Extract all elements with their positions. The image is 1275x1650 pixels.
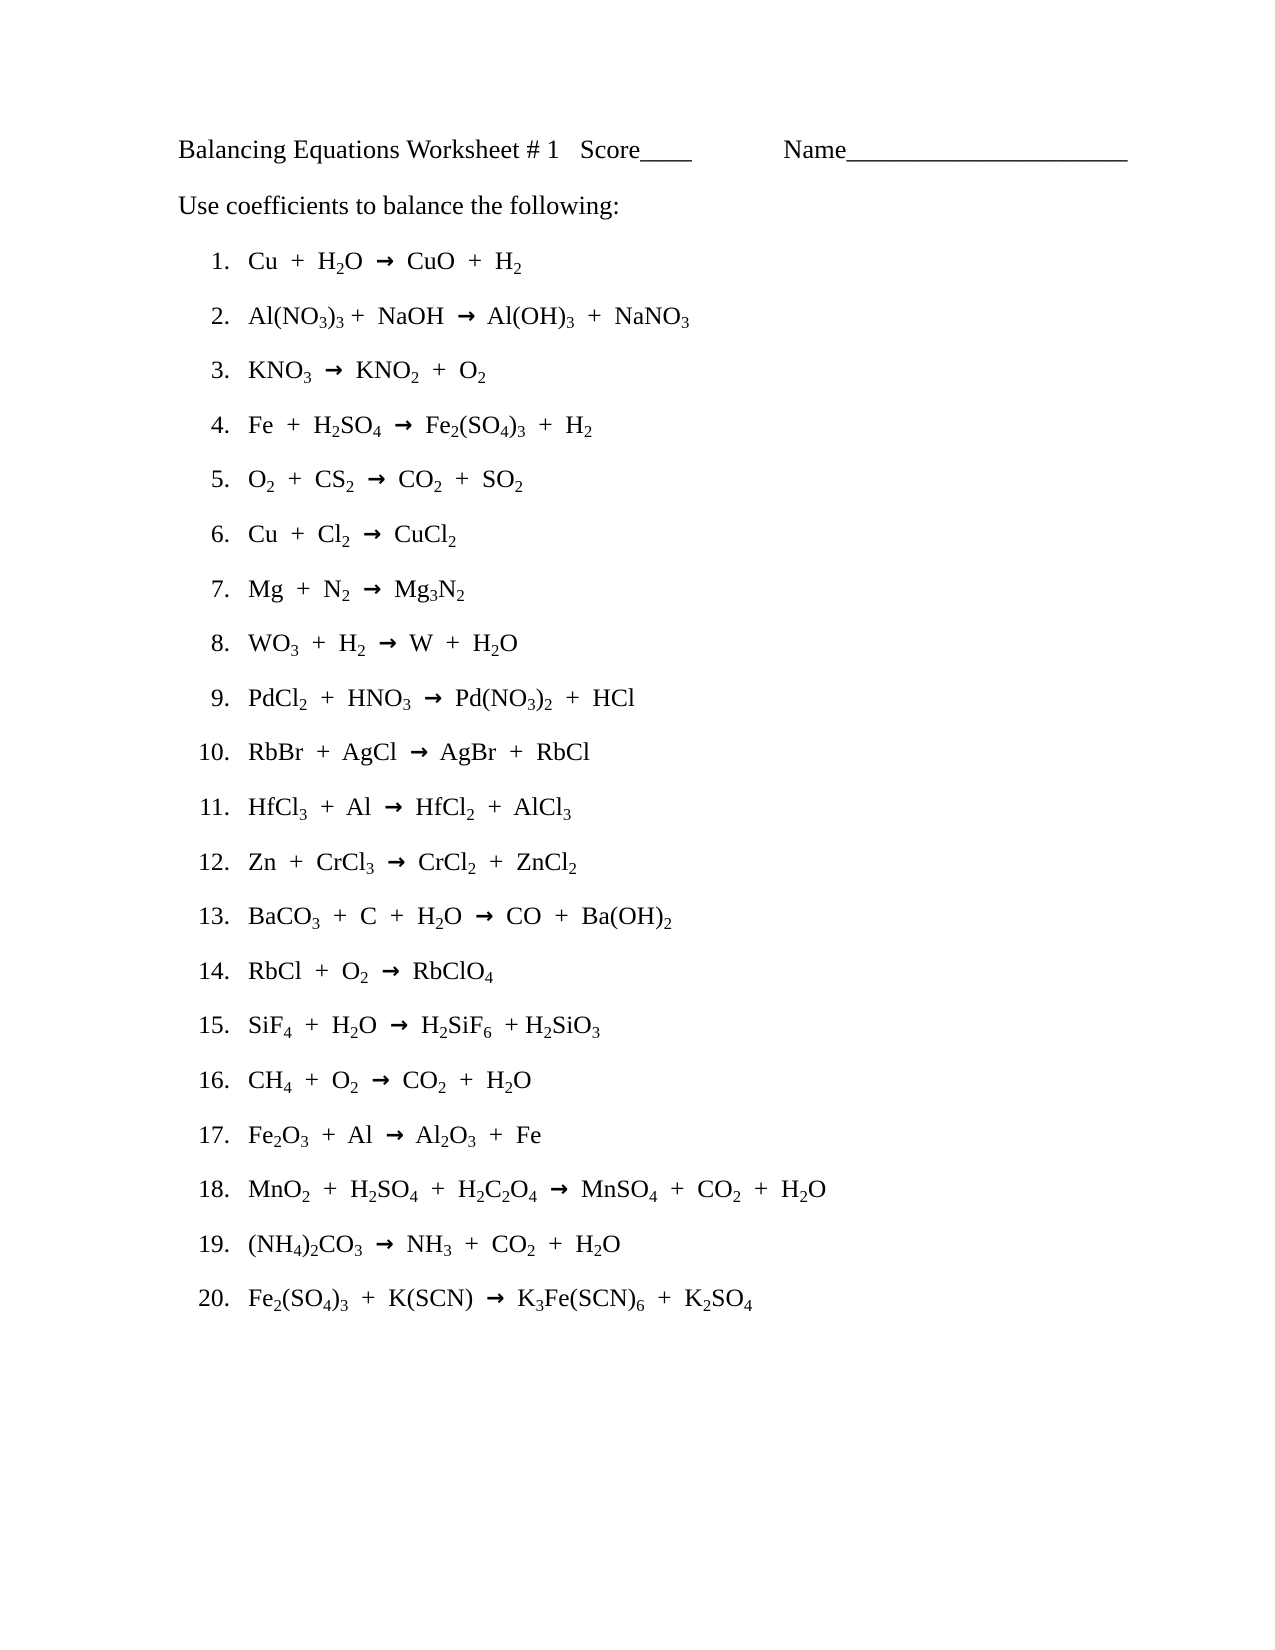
- reaction-arrow-icon: →: [423, 685, 443, 711]
- worksheet-page: Balancing Equations Worksheet # 1 Score …: [0, 0, 1275, 1650]
- equation-number: 16.: [198, 1064, 230, 1094]
- equation-number: 11.: [199, 791, 230, 821]
- reaction-arrow-icon: →: [457, 303, 476, 329]
- reaction-arrow-icon: →: [324, 358, 343, 384]
- equation-number: 12.: [198, 846, 230, 876]
- equation-number: 18.: [198, 1174, 230, 1204]
- worksheet-content: Balancing Equations Worksheet # 1 Score …: [178, 132, 1178, 1338]
- score-blank-field[interactable]: ____: [640, 132, 692, 166]
- equation-number: 14.: [198, 955, 230, 985]
- equation-row: 1. Cu + H2O → CuO + H2: [178, 246, 1178, 301]
- equation-number: 8.: [210, 628, 230, 658]
- equation-formula[interactable]: Al(NO3)3 + NaOH → Al(OH)3 + NaNO3: [248, 301, 689, 333]
- equation-row: 11. HfCl3 + Al → HfCl2 + AlCl3: [178, 792, 1178, 847]
- reaction-arrow-icon: →: [362, 576, 382, 602]
- equation-row: 3. KNO3 → KNO2 + O2: [178, 355, 1178, 410]
- equation-row: 19. (NH4)2CO3 → NH3 + CO2 + H2O: [178, 1229, 1178, 1284]
- equation-formula[interactable]: SiF4 + H2O → H2SiF6 + H2SiO3: [248, 1010, 600, 1042]
- equation-formula[interactable]: Zn + CrCl3 → CrCl2 + ZnCl2: [248, 847, 577, 879]
- score-label: Score: [579, 134, 641, 164]
- equation-formula[interactable]: WO3 + H2 → W + H2O: [248, 628, 518, 660]
- equation-row: 2. Al(NO3)3 + NaOH → Al(OH)3 + NaNO3: [178, 301, 1178, 356]
- equation-row: 14. RbCl + O2 → RbClO4: [178, 956, 1178, 1011]
- equation-number: 2.: [210, 300, 230, 330]
- worksheet-header: Balancing Equations Worksheet # 1 Score …: [178, 132, 1178, 166]
- reaction-arrow-icon: →: [371, 1067, 390, 1093]
- equation-formula[interactable]: BaCO3 + C + H2O → CO + Ba(OH)2: [248, 901, 672, 933]
- name-blank-field[interactable]: ______________________: [847, 132, 1128, 166]
- equation-formula[interactable]: Fe + H2SO4 → Fe2(SO4)3 + H2: [248, 410, 592, 442]
- equation-row: 5. O2 + CS2 → CO2 + SO2: [178, 464, 1178, 519]
- equation-formula[interactable]: O2 + CS2 → CO2 + SO2: [248, 464, 523, 496]
- equation-number: 4.: [210, 409, 230, 439]
- equation-row: 13. BaCO3 + C + H2O → CO + Ba(OH)2: [178, 901, 1178, 956]
- equation-row: 20. Fe2(SO4)3 + K(SCN) → K3Fe(SCN)6 + K2S…: [178, 1283, 1178, 1338]
- equation-number: 10.: [198, 737, 230, 767]
- equation-formula[interactable]: Fe2(SO4)3 + K(SCN) → K3Fe(SCN)6 + K2SO4: [248, 1283, 752, 1315]
- equation-row: 16. CH4 + O2 → CO2 + H2O: [178, 1065, 1178, 1120]
- equation-row: 7. Mg + N2 → Mg3N2: [178, 574, 1178, 629]
- equation-number: 20.: [198, 1283, 230, 1313]
- page-title: Balancing Equations Worksheet # 1: [178, 134, 560, 164]
- equation-formula[interactable]: RbBr + AgCl → AgBr + RbCl: [248, 737, 590, 769]
- reaction-arrow-icon: →: [486, 1286, 505, 1312]
- equation-row: 8. WO3 + H2 → W + H2O: [178, 628, 1178, 683]
- equation-formula[interactable]: Fe2O3 + Al → Al2O3 + Fe: [248, 1120, 541, 1152]
- reaction-arrow-icon: →: [409, 740, 429, 766]
- equation-number: 5.: [210, 464, 230, 494]
- equation-row: 18. MnO2 + H2SO4 + H2C2O4 → MnSO4 + CO2 +…: [178, 1174, 1178, 1229]
- reaction-arrow-icon: →: [385, 1122, 404, 1148]
- equation-formula[interactable]: KNO3 → KNO2 + O2: [248, 355, 486, 387]
- reaction-arrow-icon: →: [375, 249, 395, 274]
- equation-formula[interactable]: CH4 + O2 → CO2 + H2O: [248, 1065, 532, 1097]
- equation-formula[interactable]: Cu + Cl2 → CuCl2: [248, 519, 456, 551]
- equation-formula[interactable]: Cu + H2O → CuO + H2: [248, 246, 522, 278]
- equation-formula[interactable]: Mg + N2 → Mg3N2: [248, 574, 465, 606]
- equation-number: 6.: [210, 518, 230, 548]
- equation-number: 15.: [198, 1010, 230, 1040]
- reaction-arrow-icon: →: [386, 849, 406, 875]
- equation-number: 7.: [210, 573, 230, 603]
- equation-number: 19.: [198, 1228, 230, 1258]
- reaction-arrow-icon: →: [474, 904, 494, 930]
- equation-number: 9.: [210, 682, 230, 712]
- equation-formula[interactable]: HfCl3 + Al → HfCl2 + AlCl3: [248, 792, 571, 824]
- reaction-arrow-icon: →: [378, 631, 397, 657]
- equation-row: 17. Fe2O3 + Al → Al2O3 + Fe: [178, 1120, 1178, 1175]
- equation-formula[interactable]: MnO2 + H2SO4 + H2C2O4 → MnSO4 + CO2 + H2…: [248, 1174, 826, 1206]
- reaction-arrow-icon: →: [381, 958, 400, 984]
- equation-list: 1. Cu + H2O → CuO + H2 2. Al(NO3)3 + NaOH →…: [178, 246, 1178, 1338]
- equation-formula[interactable]: (NH4)2CO3 → NH3 + CO2 + H2O: [248, 1229, 621, 1261]
- reaction-arrow-icon: →: [384, 794, 403, 820]
- equation-formula[interactable]: PdCl2 + HNO3 → Pd(NO3)2 + HCl: [248, 683, 635, 715]
- equation-row: 12. Zn + CrCl3 → CrCl2 + ZnCl2: [178, 847, 1178, 902]
- name-label: Name: [783, 134, 847, 164]
- reaction-arrow-icon: →: [362, 521, 382, 547]
- reaction-arrow-icon: →: [375, 1231, 394, 1257]
- equation-number: 13.: [198, 901, 230, 931]
- equation-row: 9. PdCl2 + HNO3 → Pd(NO3)2 + HCl: [178, 683, 1178, 738]
- reaction-arrow-icon: →: [394, 412, 413, 438]
- reaction-arrow-icon: →: [389, 1013, 409, 1039]
- equation-formula[interactable]: RbCl + O2 → RbClO4: [248, 956, 493, 988]
- equation-row: 15. SiF4 + H2O → H2SiF6 + H2SiO3: [178, 1010, 1178, 1065]
- equation-number: 3.: [210, 355, 230, 385]
- equation-row: 4. Fe + H2SO4 → Fe2(SO4)3 + H2: [178, 410, 1178, 465]
- equation-number: 17.: [198, 1119, 230, 1149]
- reaction-arrow-icon: →: [367, 467, 386, 493]
- instruction-text: Use coefficients to balance the followin…: [178, 190, 620, 220]
- equation-row: 6. Cu + Cl2 → CuCl2: [178, 519, 1178, 574]
- equation-number: 1.: [210, 246, 230, 275]
- reaction-arrow-icon: →: [549, 1177, 569, 1203]
- equation-row: 10. RbBr + AgCl → AgBr + RbCl: [178, 737, 1178, 792]
